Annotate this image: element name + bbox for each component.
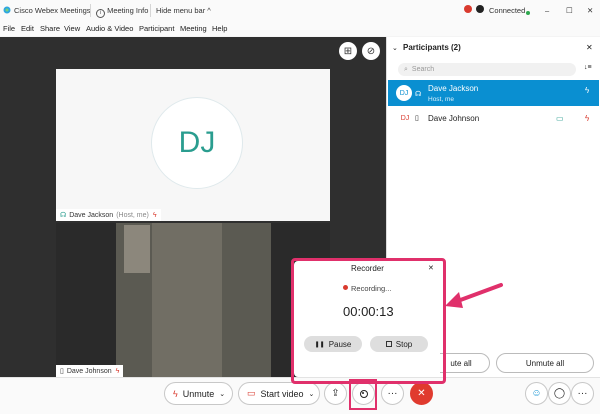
- participant-avatar: DJ: [400, 114, 410, 122]
- chevron-up-icon: ^: [207, 6, 211, 15]
- person-icon: ☺: [531, 388, 542, 399]
- pause-icon: ❚❚: [314, 341, 325, 348]
- close-window-button[interactable]: ✕: [587, 6, 593, 15]
- connection-status: Connected: [489, 6, 526, 15]
- unmute-button[interactable]: ϟ Unmute ⌄: [164, 382, 233, 405]
- menu-participant[interactable]: Participant: [139, 24, 174, 33]
- hide-menu-bar-button[interactable]: Hide menu bar ^: [156, 6, 211, 15]
- lock-view-button[interactable]: ⊘: [362, 42, 380, 60]
- info-icon: i: [96, 9, 105, 18]
- end-meeting-button[interactable]: ✕: [410, 382, 433, 405]
- recorder-title: Recorder: [351, 264, 384, 273]
- layout-grid-button[interactable]: ⊞: [339, 42, 357, 60]
- recorder-close-button[interactable]: ✕: [428, 264, 434, 272]
- collapse-panel-icon[interactable]: ⌄: [392, 44, 398, 52]
- sort-icon[interactable]: ↓≡: [584, 64, 592, 71]
- recording-dot-icon: [343, 285, 348, 290]
- video-off-icon: ▭: [247, 388, 256, 398]
- highlight-record-button-box: [349, 379, 377, 410]
- connection-dot-icon: [526, 8, 530, 17]
- chevron-down-icon: ⌄: [308, 390, 315, 398]
- unmute-all-button[interactable]: Unmute all: [496, 353, 594, 373]
- grid-icon: ⊞: [343, 45, 353, 57]
- participant-search-input[interactable]: ⌕ Search: [398, 63, 576, 76]
- more-options-button[interactable]: ···: [381, 382, 404, 405]
- menu-view[interactable]: View: [64, 24, 80, 33]
- menu-bar: File Edit Share View Audio & Video Parti…: [0, 22, 600, 36]
- participant-name: Dave Jackson: [428, 84, 479, 93]
- headset-icon: ☊: [415, 91, 422, 98]
- chat-icon: ◯: [553, 388, 566, 399]
- annotation-arrow-icon: [445, 283, 503, 308]
- host-avatar: DJ: [151, 97, 243, 189]
- menu-meeting[interactable]: Meeting: [180, 24, 207, 33]
- guest-name-caption: ▯ Dave Johnson ϟ: [56, 365, 124, 377]
- phone-icon: ▯: [415, 115, 419, 122]
- participant-avatar: DJ: [396, 85, 412, 101]
- recording-timer: 00:00:13: [343, 304, 394, 319]
- close-panel-button[interactable]: ✕: [586, 43, 593, 52]
- pause-recording-button[interactable]: ❚❚ Pause: [304, 336, 362, 352]
- menu-edit[interactable]: Edit: [21, 24, 34, 33]
- participants-toggle-button[interactable]: ☺: [525, 382, 548, 405]
- search-icon: ⌕: [404, 65, 408, 73]
- recording-status: Recording...: [351, 284, 392, 293]
- share-icon: ⇪: [331, 388, 340, 399]
- share-button[interactable]: ⇪: [324, 382, 347, 405]
- chat-button[interactable]: ◯: [548, 382, 571, 405]
- video-camera-icon: ▭: [556, 114, 564, 123]
- pin-icon: ⊘: [366, 45, 376, 57]
- meeting-info-button[interactable]: i Meeting Info: [96, 6, 148, 18]
- participants-header: Participants (2): [403, 43, 461, 52]
- recording-indicator-icon: [464, 5, 472, 15]
- minimize-button[interactable]: –: [545, 6, 549, 15]
- participant-row[interactable]: [388, 106, 599, 130]
- guest-video-tile: [56, 223, 330, 377]
- menu-help[interactable]: Help: [212, 24, 227, 33]
- recorder-dialog: [294, 261, 440, 377]
- menu-share[interactable]: Share: [40, 24, 60, 33]
- maximize-button[interactable]: ☐: [566, 6, 573, 15]
- host-name-caption: ☊ Dave Jackson (Host, me) ϟ: [56, 209, 161, 221]
- participant-name: Dave Johnson: [428, 114, 480, 123]
- panel-more-button[interactable]: ···: [571, 382, 594, 405]
- menu-audio-video[interactable]: Audio & Video: [86, 24, 133, 33]
- muted-mic-icon[interactable]: ϟ: [585, 86, 589, 95]
- webex-logo-icon: [3, 6, 11, 16]
- headset-icon: ☊: [60, 212, 67, 219]
- title-bar: Cisco Webex Meetings i Meeting Info Hide…: [0, 0, 600, 23]
- lock-icon: [476, 5, 484, 15]
- stop-icon: [385, 341, 392, 347]
- phone-icon: ▯: [60, 368, 64, 375]
- app-title: Cisco Webex Meetings: [14, 6, 91, 15]
- start-video-button[interactable]: ▭ Start video ⌄: [238, 382, 320, 405]
- muted-mic-icon[interactable]: ϟ: [585, 114, 589, 123]
- muted-mic-icon: ϟ: [115, 367, 120, 375]
- chevron-down-icon: ⌄: [219, 390, 226, 398]
- menu-file[interactable]: File: [3, 24, 15, 33]
- muted-mic-icon: ϟ: [152, 211, 157, 219]
- muted-mic-icon: ϟ: [173, 388, 178, 399]
- stop-recording-button[interactable]: Stop: [370, 336, 428, 352]
- participant-role: Host, me: [428, 96, 455, 103]
